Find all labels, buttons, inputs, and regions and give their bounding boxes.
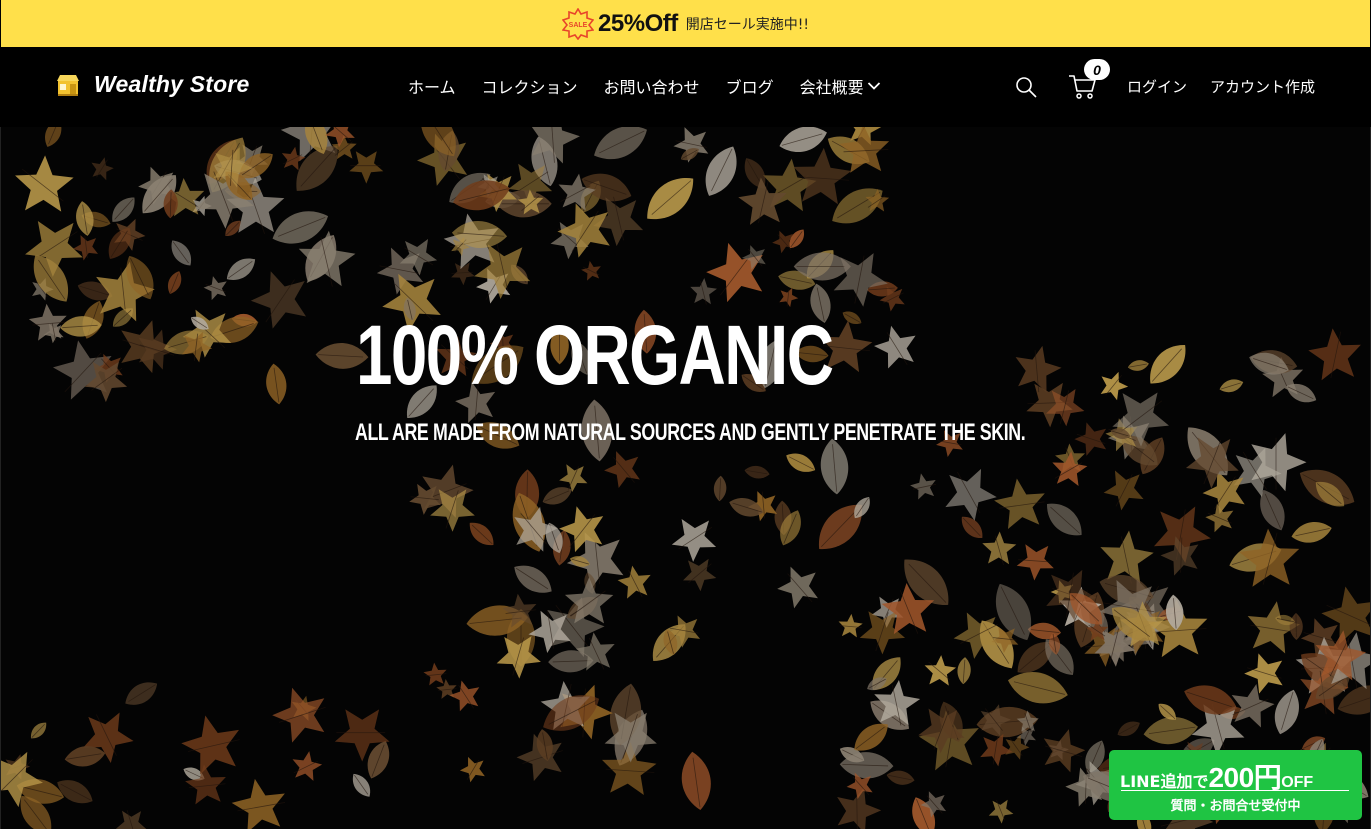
- autumn-leaves-background: [1, 127, 1370, 829]
- main-nav: ホーム コレクション お問い合わせ ブログ 会社概要: [408, 74, 881, 98]
- nav-item-collection[interactable]: コレクション: [482, 74, 578, 98]
- nav-item-company[interactable]: 会社概要: [800, 74, 881, 98]
- line-promo-subtext: 質問・お問合せ受付中: [1170, 799, 1301, 814]
- hero-title: 100% ORGANIC: [356, 308, 834, 402]
- search-icon[interactable]: [1014, 75, 1038, 99]
- chevron-down-icon: [867, 82, 880, 90]
- hero-banner: 100% ORGANIC ALL ARE MADE FROM NATURAL S…: [0, 127, 1371, 829]
- nav-item-home[interactable]: ホーム: [408, 74, 456, 98]
- hero-shade-overlay: [1, 127, 1370, 829]
- announcement-headline: 25%Off: [598, 9, 678, 37]
- line-promo-divider: [1121, 790, 1349, 791]
- store-logo-icon: [57, 74, 79, 96]
- line-promo-prefix: LINE追加で: [1120, 772, 1209, 791]
- create-account-link[interactable]: アカウント作成: [1210, 76, 1315, 97]
- announcement-text: 開店セール実施中!!: [685, 16, 809, 33]
- nav-item-contact[interactable]: お問い合わせ: [604, 74, 700, 98]
- site-header: Wealthy Store ホーム コレクション お問い合わせ ブログ 会社概要…: [0, 47, 1371, 127]
- sale-badge-label: SALE: [569, 22, 588, 29]
- line-promo-banner[interactable]: LINE追加で 200円 OFF 質問・お問合せ受付中: [1109, 750, 1362, 820]
- sale-badge-icon: SALE: [562, 7, 595, 40]
- announcement-bar: SALE 25%Off 開店セール実施中!!: [0, 0, 1371, 47]
- nav-item-company-label: 会社概要: [799, 78, 864, 97]
- nav-item-blog[interactable]: ブログ: [726, 74, 774, 98]
- login-link[interactable]: ログイン: [1127, 76, 1187, 97]
- hero-subtitle: ALL ARE MADE FROM NATURAL SOURCES AND GE…: [355, 419, 1026, 446]
- cart-count-badge: 0: [1084, 59, 1110, 80]
- store-name: Wealthy Store: [94, 71, 250, 97]
- store-logo[interactable]: Wealthy Store: [56, 71, 250, 98]
